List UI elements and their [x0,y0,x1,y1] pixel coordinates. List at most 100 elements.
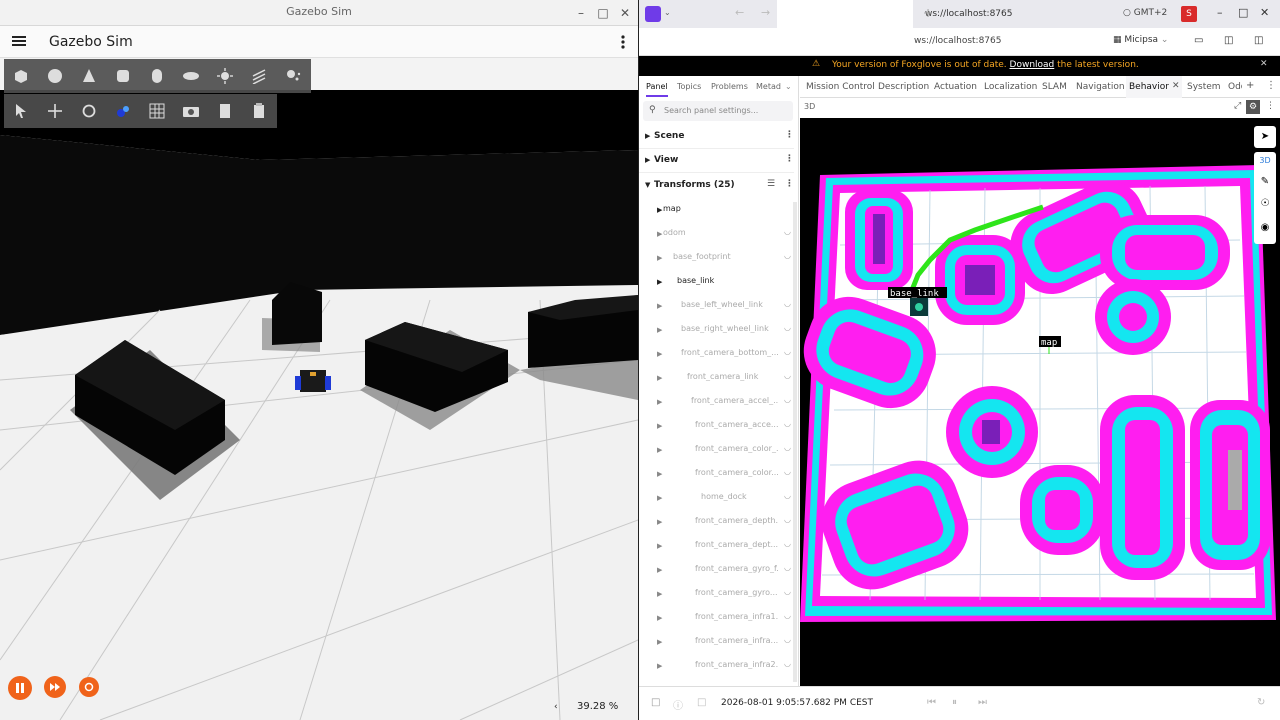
filter-icon[interactable]: ☰ [767,179,775,189]
select-tool-icon[interactable]: ➤ [1254,126,1276,148]
kebab-menu-icon[interactable] [620,34,626,50]
maximize-icon[interactable]: □ [594,4,612,22]
tab-actuation[interactable]: Actuation [934,82,977,92]
visibility-toggle-icon[interactable]: ◡ [784,515,791,524]
chevron-down-icon[interactable]: ⌄ [785,82,792,91]
transform-frame-row[interactable]: ▶ front_camera_infra... ◡ [639,630,794,654]
transform-frame-row[interactable]: ▶ front_camera_gyro_f... ◡ [639,558,794,582]
expand-icon[interactable]: ⤢ [1234,101,1241,111]
expand-arrow-icon[interactable]: ▶ [657,566,662,574]
expand-arrow-icon[interactable]: ▶ [657,302,662,310]
expand-arrow-icon[interactable]: ▶ [657,206,662,214]
visibility-toggle-icon[interactable]: ◡ [784,251,791,260]
snap-icon[interactable] [108,96,138,126]
3d-mode-toggle[interactable]: 3D [1254,156,1276,165]
visibility-toggle-icon[interactable]: ◡ [784,491,791,500]
close-icon[interactable]: ✕ [1260,6,1269,19]
step-forward-button[interactable] [44,676,66,698]
visibility-toggle-icon[interactable]: ◡ [784,563,791,572]
visibility-toggle-icon[interactable]: ◡ [784,323,791,332]
visibility-toggle-icon[interactable]: ◡ [784,419,791,428]
left-sidebar-icon[interactable]: ◫ [1224,35,1233,46]
tab-navigation[interactable]: Navigation [1076,82,1125,92]
expand-arrow-icon[interactable]: ▶ [657,278,662,286]
expand-arrow-icon[interactable]: ▶ [657,230,662,238]
3d-viewport[interactable]: base_link map ➤ 3D ✎ ☉ ◉ [800,118,1280,686]
transform-frame-row[interactable]: ▶ base_footprint ◡ [639,246,794,270]
tab-metadata[interactable]: Metad [756,82,781,91]
expand-arrow-icon[interactable]: ▶ [657,518,662,526]
user-avatar[interactable]: S [1181,6,1197,22]
kebab-menu-icon[interactable]: ⋮ [1266,80,1276,91]
tab-panel[interactable]: Panel [646,82,668,97]
play-pause-icon[interactable]: ⏸ [952,697,957,708]
expand-arrow-icon[interactable]: ▶ [657,614,662,622]
tab-odometry[interactable]: Odo [1228,82,1242,92]
expand-arrow-icon[interactable]: ▶ [657,374,662,382]
visibility-toggle-icon[interactable]: ◡ [784,467,791,476]
transform-frame-row[interactable]: ▶ front_camera_accel_... ◡ [639,390,794,414]
expand-arrow-icon[interactable]: ▶ [657,542,662,550]
visibility-toggle-icon[interactable]: ◡ [784,611,791,620]
box-icon[interactable] [6,61,36,91]
measure-icon[interactable]: ✎ [1254,176,1276,187]
visibility-toggle-icon[interactable]: ◡ [784,299,791,308]
transform-frame-row[interactable]: ▶ map [639,198,794,222]
visibility-toggle-icon[interactable]: ◡ [784,539,791,548]
directional-light-icon[interactable] [244,61,274,91]
tab-topics[interactable]: Topics [677,82,701,91]
transform-frame-row[interactable]: ▶ front_camera_gyro... ◡ [639,582,794,606]
new-tab-icon[interactable]: + [923,6,933,20]
grid-icon[interactable] [142,96,172,126]
transform-frame-row[interactable]: ▶ base_right_wheel_link ◡ [639,318,794,342]
tab-mission-control[interactable]: Mission Control [806,82,875,92]
minimize-icon[interactable]: – [1217,6,1223,19]
close-banner-icon[interactable]: ✕ [1260,59,1268,69]
close-tab-icon[interactable]: ✕ [1172,81,1180,91]
transform-frame-row[interactable]: ▶ front_camera_infra2... ◡ [639,654,794,678]
visibility-toggle-icon[interactable]: ◡ [784,347,791,356]
close-icon[interactable]: ✕ [616,4,634,22]
transform-frame-row[interactable]: ▶ home_dock ◡ [639,486,794,510]
expand-arrow-icon[interactable]: ▶ [657,350,662,358]
publish-point-icon[interactable]: ☉ [1254,198,1276,209]
kebab-menu-icon[interactable]: ⋮ [785,130,794,140]
pause-button[interactable] [8,676,32,700]
collapse-chevron-icon[interactable]: ‹ [554,702,558,712]
expand-arrow-icon[interactable]: ▶ [657,326,662,334]
visibility-toggle-icon[interactable]: ◡ [784,371,791,380]
rotate-icon[interactable] [74,96,104,126]
reset-button[interactable] [79,677,99,697]
download-link[interactable]: Download [1010,60,1055,70]
cone-icon[interactable] [74,61,104,91]
expand-arrow-icon[interactable]: ▶ [657,446,662,454]
kebab-menu-icon[interactable]: ⋮ [1266,101,1275,111]
gazebo-3d-scene[interactable] [0,58,638,720]
loop-icon[interactable]: ↻ [1257,697,1265,708]
transform-frame-row[interactable]: ▶ front_camera_dept... ◡ [639,534,794,558]
history-icon[interactable]: ⓘ [673,697,683,712]
section-transforms[interactable]: ▼ Transforms (25) ☰ ⋮ [639,174,794,198]
forward-arrow-icon[interactable]: → [761,6,770,19]
copy-icon[interactable] [210,96,240,126]
paste-icon[interactable] [244,96,274,126]
tab-behavior[interactable]: Behavior ✕ [1126,76,1182,98]
translate-icon[interactable] [40,96,70,126]
section-scene[interactable]: ▶ Scene ⋮ [639,125,794,149]
active-browser-tab[interactable]: ws://localhost:8765 [777,0,1012,28]
minimize-icon[interactable]: – [572,4,590,22]
visibility-toggle-icon[interactable]: ◡ [784,635,791,644]
transform-frame-row[interactable]: ▶ front_camera_acce... ◡ [639,414,794,438]
search-input[interactable]: ⚲ Search panel settings... [643,101,793,121]
tab-localization[interactable]: Localization [984,82,1037,92]
expand-arrow-icon[interactable]: ▶ [657,662,662,670]
add-panel-icon[interactable]: ▭ [1194,35,1203,46]
foxglove-logo-icon[interactable] [645,6,661,22]
transform-frame-row[interactable]: ▶ front_camera_depth... ◡ [639,510,794,534]
expand-arrow-icon[interactable]: ▶ [657,638,662,646]
tab-description[interactable]: Description [878,82,929,92]
expand-arrow-icon[interactable]: ▶ [657,590,662,598]
chevron-down-icon[interactable]: ⌄ [664,8,671,17]
tab-problems[interactable]: Problems [711,82,748,91]
kebab-menu-icon[interactable]: ⋮ [785,154,794,164]
